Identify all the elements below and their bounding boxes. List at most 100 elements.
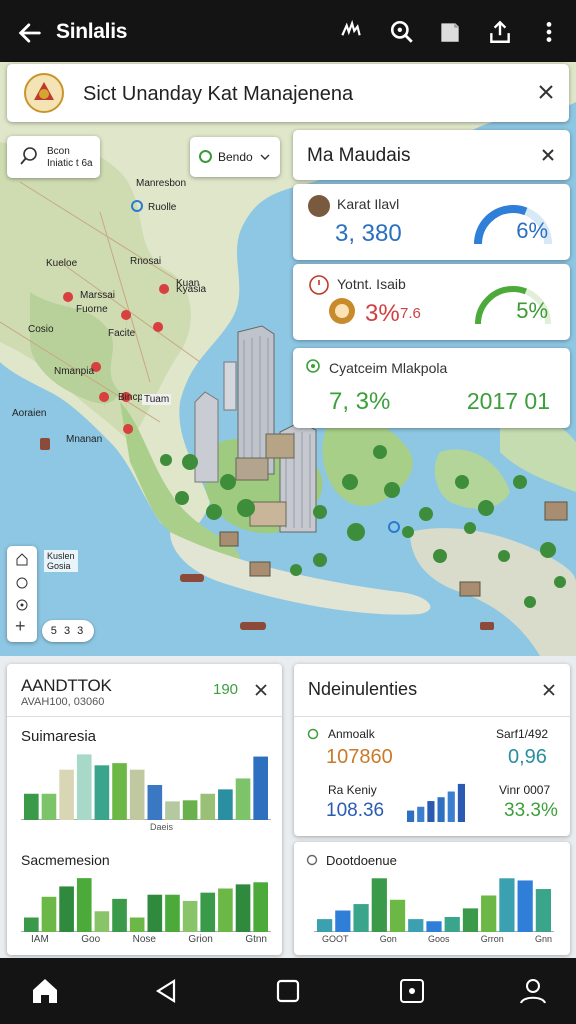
map-label: Fuorne [76,304,108,315]
chart-bar [427,801,435,822]
chart-bar [200,793,216,820]
panel-title: Dootdoenue [326,853,397,868]
avatar-icon [308,195,330,217]
chart-bar [24,917,39,932]
profile-icon[interactable] [518,976,548,1006]
chart-bar [517,880,533,932]
chart-bar [112,898,127,932]
metric-row[interactable]: Karat Ilavl 3, 380 6% [293,184,570,260]
close-icon[interactable] [537,83,555,101]
chart-bar [218,789,233,820]
bar-chart [21,878,271,932]
legend-item: Kuslen [47,551,75,561]
back-icon[interactable] [152,976,182,1006]
chart-bar [129,769,145,820]
axis-tick-label: Gtnn [245,934,267,945]
distribution-panel: Dootdoenue GOOT Gon Goos Grron Gnn [294,842,570,955]
search-icon[interactable] [389,19,415,45]
metric-label: Yotnt. Isaib [337,276,406,292]
chart-bar [371,878,387,932]
chart-bar [182,900,198,932]
chevron-down-icon [260,154,270,160]
rating-icon[interactable] [338,19,364,45]
map-label: Facite [108,328,136,339]
chart-bar [462,908,479,932]
axis-tick-label: Grron [480,934,504,944]
axis-tick-label: Goos [427,934,450,944]
chart-bar [253,882,268,932]
count-badge: 190 [213,681,239,698]
indicators-panel: Ndeinulenties Anmoalk 107860 Sarf1/492 0… [294,664,570,836]
chart-bar [499,878,515,932]
chart-bar [24,793,39,820]
site-title-bar[interactable]: Sict Unanday Kat Manajenena [7,64,569,122]
chart-bar [129,917,145,932]
map-label: Nmanpia [54,366,95,377]
map-scale-control[interactable]: 5 3 3 [42,620,94,642]
recents-icon[interactable] [273,976,303,1006]
close-icon[interactable] [540,147,556,163]
filter-dropdown-label: Bendo [218,150,253,164]
share-icon[interactable] [487,19,513,45]
metric-row[interactable]: Cyatceim Mlakpola 7, 3% 2017 01 [293,348,570,428]
location-search-chip[interactable]: Bcon Iniatic t 6a [7,136,100,178]
chart-bar [389,899,406,932]
map-label: Ruolle [148,202,177,213]
close-icon[interactable] [254,683,268,697]
home-icon[interactable] [15,552,29,566]
chart-title: Sacmemesion [21,852,110,868]
chart-axis-labels: IAM Goo Nose Grion Gtnn [31,934,267,945]
summary-panel: AANDTTOK AVAH100, 03060 190 Suimaresia D… [7,664,282,955]
stat-label: Vinr 0007 [499,783,551,797]
axis-tick-label: Gon [379,934,397,944]
chart-bar [444,916,460,932]
locate-icon[interactable] [15,576,29,590]
chart-bar [353,904,369,932]
metric-percent: 6% [516,218,548,243]
timer-icon [309,275,329,295]
back-arrow-icon[interactable] [16,19,44,47]
bookmark-icon[interactable] [437,19,463,45]
metric-value: 3, 380 [335,220,402,247]
chart-bar [408,919,424,932]
chart-title: Suimaresia [21,728,97,745]
metric-percent: 5% [516,298,548,323]
metrics-panel: Ma Maudais Karat Ilavl 3, 380 6% Yotnt. … [293,130,570,428]
circle-icon [306,854,318,866]
map-label: Bincp [118,392,144,403]
chart-bar [147,894,163,932]
map-label: Mnanan [66,434,103,445]
chart-bar [165,801,180,820]
stat-value: 108.36 [326,800,385,821]
layers-icon[interactable] [15,598,29,612]
site-title: Sict Unanday Kat Manajenena [83,83,354,105]
chart-bar [94,911,110,932]
filter-dropdown[interactable]: Bendo [190,137,280,177]
legend-item: Gosia [47,561,71,571]
map-label: Tuam [142,394,172,405]
chart-axis-labels: GOOT Gon Goos Grron Gnn [322,934,552,944]
chart-bar [235,884,251,932]
metric-label: Cyatceim Mlakpola [329,360,448,376]
system-navigation-bar [0,958,576,1024]
map-legend: Kuslen Gosia [44,550,78,572]
map-toolbar: + [7,546,37,642]
stat-value: 0,96 [508,746,547,768]
metric-value: 3% [365,300,400,327]
axis-tick-label: Goo [81,934,101,945]
screenshot-icon[interactable] [397,976,427,1006]
stat-value: 33.3% [504,800,558,821]
more-icon[interactable] [536,19,562,45]
chart-bar [76,878,92,932]
metric-row[interactable]: Yotnt. Isaib 3% 7.6 5% [293,264,570,340]
bar-chart [21,754,271,820]
chart-bar [447,791,455,822]
map-label: Marssai [80,290,116,301]
map-label: Rnosai [130,256,162,267]
home-icon[interactable] [30,976,60,1006]
zoom-in-button[interactable]: + [15,616,26,637]
close-icon[interactable] [542,683,556,697]
chart-bar [335,910,351,932]
search-chip-sublabel: Iniatic t 6a [47,158,93,169]
metric-label: Karat Ilavl [337,196,400,212]
